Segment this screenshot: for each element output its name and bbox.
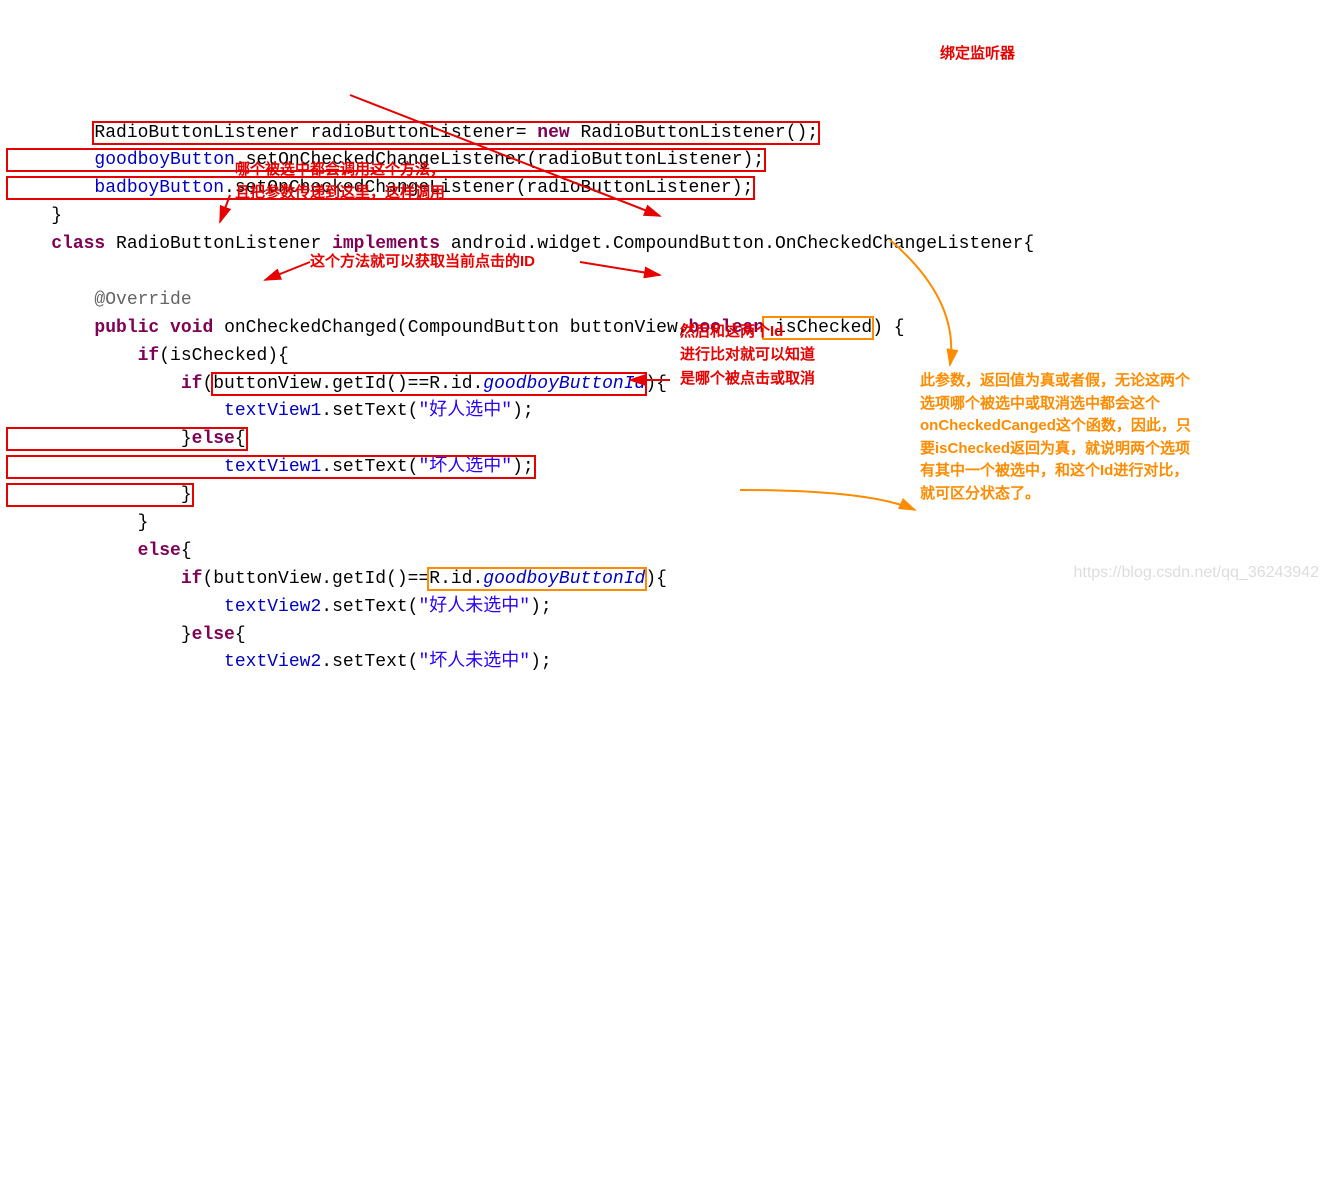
kw-else: else — [138, 541, 181, 561]
string-literal: "好人选中" — [418, 401, 512, 421]
t: ); — [512, 457, 534, 477]
note-ischecked-explain: 此参数，返回值为真或者假，无论这两个选项哪个被选中或取消选中都会这个onChec… — [920, 370, 1200, 505]
t: } — [8, 625, 192, 645]
t: .setText( — [321, 597, 418, 617]
t — [8, 374, 181, 394]
kw-if: if — [138, 346, 160, 366]
t — [8, 597, 224, 617]
rid-compare-box: R.id.goodboyButtonId — [429, 569, 645, 589]
field-badboyButton: badboyButton — [94, 178, 224, 198]
note-bind-listener: 绑定监听器 — [940, 42, 1015, 65]
field-textView1: textView1 — [224, 457, 321, 477]
t — [8, 541, 138, 561]
t: R.id. — [429, 569, 483, 589]
watermark: https://blog.csdn.net/qq_36243942 — [1073, 561, 1319, 586]
t: ); — [512, 401, 534, 421]
kw-if: if — [181, 374, 203, 394]
t — [8, 346, 138, 366]
t: .setText( — [321, 401, 418, 421]
t: RadioButtonListener radioButtonListener= — [94, 123, 537, 143]
kw-if: if — [181, 569, 203, 589]
t: { — [235, 429, 246, 449]
t: } — [8, 513, 148, 533]
string-literal: "好人未选中" — [418, 597, 530, 617]
field-goodboyButton: goodboyButton — [94, 150, 234, 170]
t: } — [8, 206, 62, 226]
t — [8, 569, 181, 589]
field-textView2: textView2 — [224, 597, 321, 617]
note-call-method: 哪个被选中都会调用这个方法，且把参数传递到这里，这样调用 — [235, 158, 445, 205]
kw-else: else — [192, 429, 235, 449]
t — [8, 652, 224, 672]
t: .setText( — [321, 457, 418, 477]
string-literal: "坏人未选中" — [418, 652, 530, 672]
t — [8, 234, 51, 254]
t: (buttonView.getId()== — [202, 569, 429, 589]
string-literal: "坏人选中" — [418, 457, 512, 477]
t: ){ — [645, 569, 667, 589]
kw-new: new — [537, 123, 569, 143]
field-textView1: textView1 — [224, 401, 321, 421]
id-goodboyButtonId: goodboyButtonId — [483, 569, 645, 589]
t — [159, 318, 170, 338]
kw-void: void — [170, 318, 213, 338]
t — [8, 401, 224, 421]
t — [8, 457, 224, 477]
t — [8, 318, 94, 338]
t — [8, 290, 94, 310]
t: { — [181, 541, 192, 561]
t: } — [8, 429, 192, 449]
note-get-id: 这个方法就可以获取当前点击的ID — [310, 250, 535, 273]
t: } — [8, 485, 192, 505]
getid-compare-box: buttonView.getId()==R.id.goodboyButtonId — [213, 374, 645, 394]
t: ) { — [872, 318, 904, 338]
t: ); — [530, 652, 552, 672]
else-block-box: }else{ textView1.setText("坏人选中"); } — [8, 429, 534, 505]
note-compare-id: 然后和这两个Id进行比对就可以知道是哪个被点击或取消 — [680, 320, 815, 390]
t: buttonView.getId()==R.id. — [213, 374, 483, 394]
t: .setText( — [321, 652, 418, 672]
kw-public: public — [94, 318, 159, 338]
t: onCheckedChanged(CompoundButton buttonVi… — [213, 318, 688, 338]
annotation-override: @Override — [94, 290, 191, 310]
t: (isChecked){ — [159, 346, 289, 366]
kw-class: class — [51, 234, 105, 254]
t: ( — [202, 374, 213, 394]
t: ){ — [645, 374, 667, 394]
t: ); — [530, 597, 552, 617]
kw-else: else — [192, 625, 235, 645]
id-goodboyButtonId: goodboyButtonId — [483, 374, 645, 394]
t: RadioButtonListener — [105, 234, 332, 254]
t: RadioButtonListener(); — [570, 123, 818, 143]
field-textView2: textView2 — [224, 652, 321, 672]
t: { — [235, 625, 246, 645]
